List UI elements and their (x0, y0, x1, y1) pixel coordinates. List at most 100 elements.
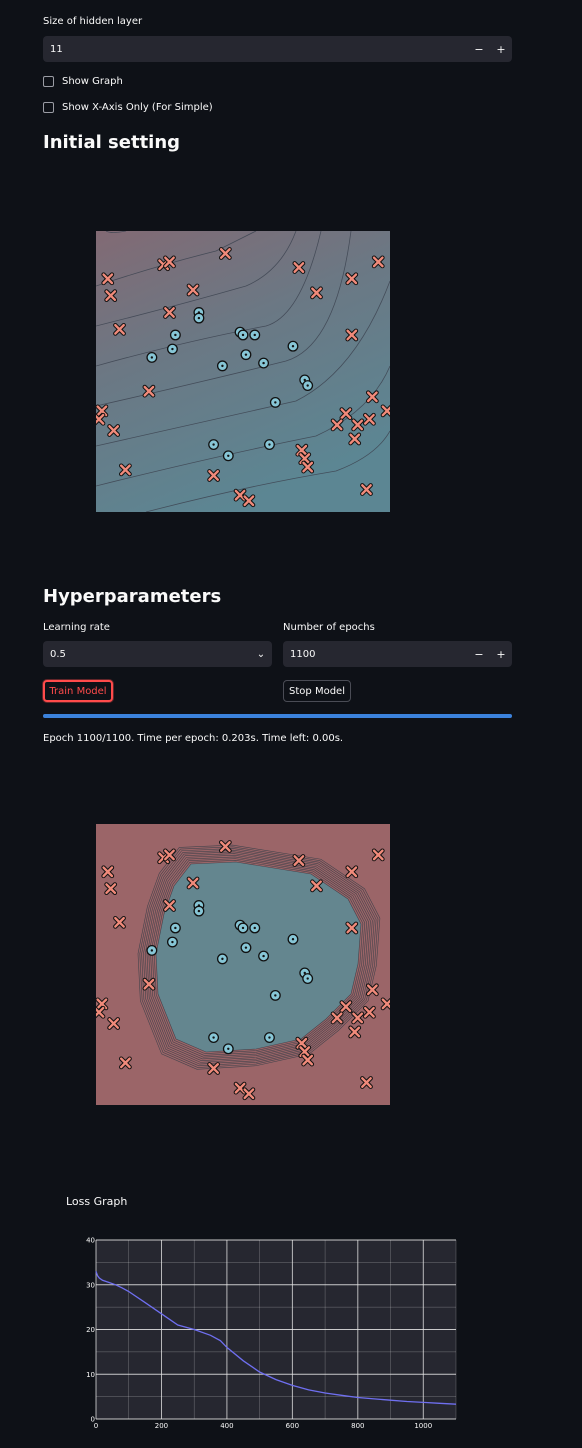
o-class-marker (302, 973, 314, 985)
o-class-marker (166, 343, 178, 355)
x-class-marker (345, 921, 359, 935)
x-class-marker (345, 272, 359, 286)
o-class-marker (264, 1032, 275, 1044)
x-class-marker (218, 840, 232, 853)
show-graph-label: Show Graph (62, 76, 123, 87)
o-class-marker (169, 329, 181, 341)
initial-decision-plot (96, 231, 390, 512)
x-class-marker (142, 384, 156, 398)
x-class-marker (330, 418, 344, 432)
epochs-decrement-button[interactable]: − (468, 641, 490, 667)
hidden-layer-decrement-button[interactable]: − (468, 36, 490, 62)
loss-y-tick-label: 30 (86, 1281, 95, 1289)
o-class-marker (302, 380, 314, 392)
hidden-layer-value[interactable]: 11 (43, 44, 468, 55)
x-class-marker (207, 1062, 220, 1075)
loss-y-tick-label: 20 (86, 1326, 95, 1334)
x-class-marker (360, 483, 373, 496)
stop-model-button[interactable]: Stop Model (283, 680, 351, 702)
show-graph-checkbox-box[interactable] (43, 76, 54, 87)
hidden-layer-input[interactable]: 11 − + (43, 36, 512, 62)
loss-x-tick-label: 200 (155, 1422, 168, 1430)
o-class-marker (240, 349, 252, 361)
o-class-marker (146, 351, 158, 363)
show-x-axis-only-checkbox[interactable]: Show X-Axis Only (For Simple) (43, 102, 213, 113)
x-class-marker (163, 899, 176, 912)
training-progress-bar (43, 714, 512, 718)
initial-setting-heading: Initial setting (43, 132, 181, 153)
x-class-marker (107, 1017, 121, 1030)
x-class-marker (330, 1011, 344, 1025)
loss-y-tick-label: 0 (91, 1416, 95, 1424)
show-x-axis-only-checkbox-box[interactable] (43, 102, 54, 113)
x-class-marker (242, 494, 256, 508)
x-class-marker (218, 247, 232, 260)
training-progress-fill (43, 714, 512, 718)
o-class-marker (193, 312, 205, 324)
x-class-marker (163, 848, 176, 862)
x-class-marker (163, 306, 176, 319)
x-class-marker (301, 1053, 315, 1067)
x-class-marker (242, 1087, 256, 1101)
x-class-marker (292, 261, 306, 274)
show-graph-checkbox[interactable]: Show Graph (43, 76, 123, 87)
x-class-marker (310, 286, 323, 300)
x-class-marker (360, 1076, 373, 1089)
o-class-marker (249, 329, 261, 341)
x-class-marker (104, 882, 118, 896)
o-class-marker (287, 340, 299, 352)
loss-graph-title: Loss Graph (66, 1195, 128, 1208)
x-class-marker (345, 865, 359, 879)
x-class-marker (207, 469, 220, 482)
x-class-marker (365, 983, 379, 997)
o-class-marker (287, 933, 299, 945)
epoch-status-text: Epoch 1100/1100. Time per epoch: 0.203s.… (43, 733, 344, 744)
x-class-marker (292, 854, 306, 867)
x-class-marker (339, 407, 353, 421)
learning-rate-label: Learning rate (43, 622, 110, 633)
show-x-axis-only-label: Show X-Axis Only (For Simple) (62, 102, 213, 113)
o-class-marker (166, 936, 178, 948)
x-class-marker (348, 432, 362, 446)
loss-y-tick-label: 40 (86, 1237, 95, 1245)
o-class-marker (237, 329, 249, 341)
x-class-marker (371, 848, 385, 862)
x-class-marker (345, 328, 359, 342)
x-class-marker (363, 1005, 376, 1019)
x-class-marker (107, 424, 121, 437)
trained-decision-plot (96, 824, 390, 1105)
x-class-marker (351, 418, 365, 432)
x-class-marker (142, 977, 156, 991)
learning-rate-value[interactable]: 0.5 (43, 649, 250, 660)
x-class-marker (339, 1000, 353, 1014)
x-class-marker (310, 879, 323, 893)
epochs-input[interactable]: 1100 − + (283, 641, 512, 667)
o-class-marker (249, 922, 261, 934)
epochs-value[interactable]: 1100 (283, 649, 468, 660)
train-model-button[interactable]: Train Model (43, 680, 113, 702)
o-class-marker (208, 439, 220, 451)
epochs-increment-button[interactable]: + (490, 641, 512, 667)
learning-rate-select[interactable]: 0.5 ⌄ (43, 641, 272, 667)
o-class-marker (240, 942, 252, 954)
x-class-marker (363, 412, 376, 426)
o-class-marker (258, 950, 270, 962)
o-class-marker (146, 944, 158, 956)
x-class-marker (365, 390, 379, 404)
o-class-marker (258, 357, 270, 369)
o-class-marker (216, 953, 228, 965)
o-class-marker (222, 1043, 234, 1055)
x-class-marker (186, 283, 200, 297)
o-class-marker (193, 905, 205, 917)
x-class-marker (351, 1011, 365, 1025)
chevron-down-icon[interactable]: ⌄ (250, 641, 272, 667)
x-class-marker (101, 865, 115, 879)
x-class-marker (104, 289, 118, 303)
hidden-layer-increment-button[interactable]: + (490, 36, 512, 62)
x-class-marker (119, 1056, 132, 1070)
hyperparameters-heading: Hyperparameters (43, 586, 222, 607)
loss-x-tick-label: 600 (286, 1422, 299, 1430)
hidden-layer-label: Size of hidden layer (43, 16, 143, 27)
x-class-marker (113, 915, 126, 929)
x-class-marker (348, 1025, 362, 1039)
